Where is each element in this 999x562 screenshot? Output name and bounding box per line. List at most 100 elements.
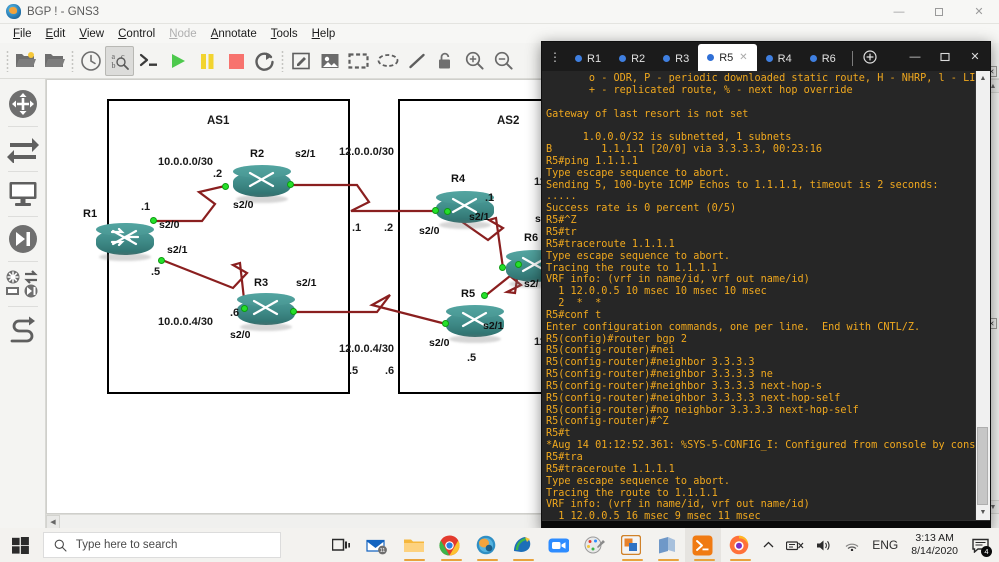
- menu-help[interactable]: Help: [305, 27, 343, 41]
- sidebar-item-end-devices[interactable]: [2, 175, 44, 213]
- router-arrows-icon: [110, 228, 140, 248]
- menu-file[interactable]: File: [6, 27, 39, 41]
- menu-tools[interactable]: Tools: [264, 27, 305, 41]
- task-view-icon[interactable]: [323, 528, 359, 562]
- router-r2[interactable]: [233, 165, 291, 203]
- insert-image-button[interactable]: [315, 46, 344, 76]
- window-title: BGP ! - GNS3: [27, 5, 100, 18]
- wireshark-icon[interactable]: [504, 528, 540, 562]
- open-project-button[interactable]: [40, 46, 69, 76]
- svg-text:11: 11: [380, 548, 386, 554]
- stop-all-button[interactable]: [221, 46, 250, 76]
- host-label-124-6: .6: [385, 365, 395, 377]
- sidebar-item-switches[interactable]: [2, 130, 44, 168]
- book-icon[interactable]: [649, 528, 685, 562]
- sidebar-item-routers[interactable]: [2, 85, 44, 123]
- reload-all-button[interactable]: [250, 46, 279, 76]
- terminal-scroll-down-arrow[interactable]: ▼: [976, 505, 990, 520]
- port-led-r1-s20: [150, 217, 157, 224]
- volume-icon[interactable]: [810, 528, 838, 562]
- maximize-button[interactable]: [919, 0, 959, 24]
- port-led-r6-b: [515, 261, 522, 268]
- window-controls: — ✕: [879, 0, 999, 24]
- terminal-tab-r1[interactable]: R1: [566, 46, 610, 71]
- terminal-scrollbar[interactable]: ▲ ▼: [975, 71, 990, 520]
- port-led-r6-a: [499, 264, 506, 271]
- zoom-in-button[interactable]: [460, 46, 489, 76]
- new-project-button[interactable]: [11, 46, 40, 76]
- start-all-button[interactable]: [163, 46, 192, 76]
- gns3-icon[interactable]: [468, 528, 504, 562]
- wifi-icon[interactable]: [838, 528, 866, 562]
- sidebar-divider-4: [7, 261, 38, 262]
- terminal-icon[interactable]: [684, 528, 722, 562]
- svg-text:b: b: [111, 61, 115, 70]
- chrome-icon[interactable]: [432, 528, 468, 562]
- search-input[interactable]: Type here to search: [42, 532, 282, 558]
- interface-label-r4-s21: s2/1: [469, 211, 490, 223]
- folder-icon[interactable]: [395, 528, 431, 562]
- menu-edit[interactable]: Edit: [39, 27, 73, 41]
- sidebar-item-all-devices[interactable]: [2, 265, 44, 303]
- lock-items-button[interactable]: [431, 46, 460, 76]
- clock[interactable]: 3:13 AM 8/14/2020: [904, 532, 965, 558]
- network-icon[interactable]: [780, 528, 810, 562]
- router-label-r2: R2: [250, 148, 265, 160]
- language-indicator[interactable]: ENG: [866, 528, 904, 562]
- sidebar-item-security-devices[interactable]: [2, 220, 44, 258]
- terminal-scroll-thumb[interactable]: [977, 427, 988, 505]
- sidebar-divider-2: [7, 171, 38, 172]
- tab-status-dot: [663, 55, 671, 62]
- terminal-tab-r4[interactable]: R4: [757, 46, 801, 71]
- zoom-video-icon[interactable]: [540, 528, 576, 562]
- windows-start-icon[interactable]: [0, 528, 41, 562]
- sidebar-item-add-link[interactable]: [2, 310, 44, 348]
- screenshot-button[interactable]: a c b: [105, 45, 134, 76]
- host-label-12-2: .2: [384, 222, 394, 234]
- terminal-minimize-button[interactable]: —: [900, 42, 930, 71]
- notifications-button[interactable]: 4: [965, 528, 995, 562]
- terminal-tab-r6[interactable]: R6: [801, 46, 845, 71]
- clock-time: 3:13 AM: [915, 532, 954, 544]
- show-hidden-icons[interactable]: [757, 528, 780, 562]
- router-r1[interactable]: [96, 223, 154, 261]
- terminal-tab-r5[interactable]: R5 ✕: [698, 44, 758, 73]
- scroll-left-arrow[interactable]: ◀: [46, 515, 60, 529]
- console-all-button[interactable]: [134, 46, 163, 76]
- menu-control[interactable]: Control: [111, 27, 162, 41]
- draw-rectangle-button[interactable]: [344, 46, 373, 76]
- mail-icon[interactable]: 11: [359, 528, 395, 562]
- draw-line-button[interactable]: [402, 46, 431, 76]
- terminal-tabbar: ⋮ R1 R2 R3 R5 ✕ R4 R6 — ✕: [542, 42, 990, 73]
- menu-view[interactable]: View: [72, 27, 111, 41]
- close-tab-icon[interactable]: ✕: [739, 52, 747, 63]
- router-r3[interactable]: [237, 293, 295, 331]
- snapshots-button[interactable]: [76, 46, 105, 76]
- firefox-icon[interactable]: [721, 528, 757, 562]
- tab-status-dot: [809, 55, 817, 62]
- draw-ellipse-button[interactable]: [373, 46, 402, 76]
- suspend-all-button[interactable]: [192, 46, 221, 76]
- plus-circle-icon[interactable]: [860, 42, 880, 71]
- terminal-maximize-button[interactable]: [930, 42, 960, 71]
- sidebar-divider-3: [7, 216, 38, 217]
- close-button[interactable]: ✕: [959, 0, 999, 24]
- add-note-button[interactable]: [286, 46, 315, 76]
- menu-annotate[interactable]: Annotate: [204, 27, 264, 41]
- host-label-r1-1: .1: [141, 201, 151, 213]
- terminal-scroll-up-arrow[interactable]: ▲: [976, 71, 990, 86]
- paint-icon[interactable]: [576, 528, 612, 562]
- router-label-r6: R6: [524, 232, 539, 244]
- terminal-body[interactable]: o - ODR, P - periodic downloaded static …: [542, 71, 990, 520]
- terminal-tab-r2[interactable]: R2: [610, 46, 654, 71]
- minimize-button[interactable]: —: [879, 0, 919, 24]
- terminal-scroll-track[interactable]: [976, 86, 990, 505]
- router-arrows-icon: [252, 299, 279, 316]
- system-tray: ENG 3:13 AM 8/14/2020 4: [757, 528, 999, 562]
- vmware-icon[interactable]: [613, 528, 649, 562]
- terminal-tab-r3[interactable]: R3: [654, 46, 698, 71]
- kebab-menu-icon[interactable]: ⋮: [544, 42, 566, 71]
- interface-label-r1-s21: s2/1: [167, 244, 188, 256]
- terminal-close-button[interactable]: ✕: [960, 42, 990, 71]
- zoom-out-button[interactable]: [489, 46, 518, 76]
